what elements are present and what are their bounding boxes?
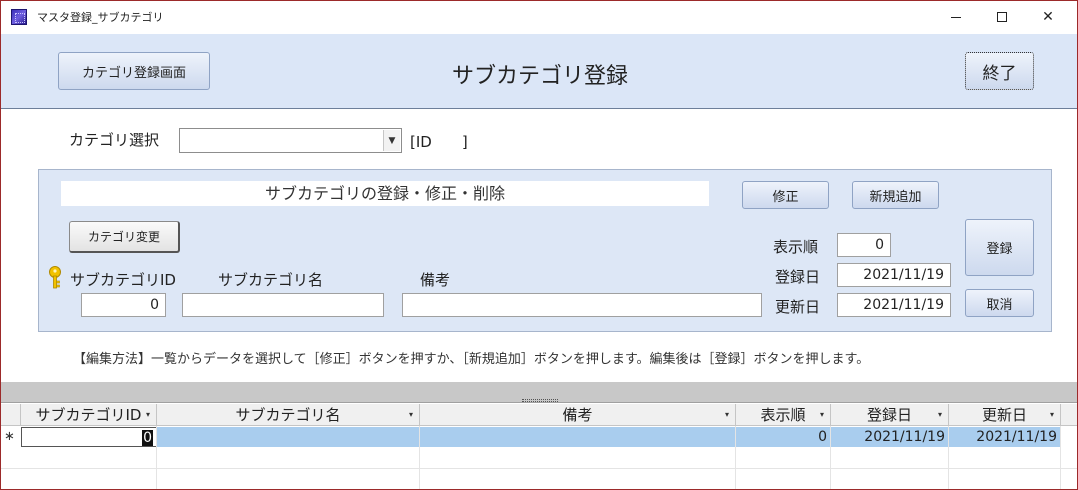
column-header-label: 登録日 — [866, 406, 912, 424]
subcategory-name-label: サブカテゴリ名 — [218, 271, 324, 289]
chevron-down-icon[interactable]: ▼ — [383, 130, 400, 151]
access-app-icon — [11, 9, 27, 25]
table-cell[interactable] — [157, 427, 420, 447]
column-header-label: 備考 — [562, 406, 593, 424]
change-category-button[interactable]: カテゴリ変更 — [69, 221, 180, 253]
table-cell[interactable]: 0 — [736, 427, 831, 447]
category-select-combobox[interactable]: ▼ — [179, 128, 402, 153]
modify-button[interactable]: 修正 — [742, 181, 829, 209]
registered-date-label: 登録日 — [775, 268, 821, 286]
close-icon: ✕ — [1042, 9, 1054, 25]
register-button[interactable]: 登録 — [965, 219, 1034, 276]
cancel-button[interactable]: 取消 — [965, 289, 1034, 317]
column-dropdown-icon[interactable]: ▾ — [409, 404, 413, 426]
grid-divider — [948, 426, 949, 489]
column-header-label: サブカテゴリID — [35, 406, 142, 424]
edit-panel-caption: サブカテゴリの登録・修正・削除 — [61, 181, 709, 206]
table-cell[interactable]: 0 — [21, 427, 157, 447]
empty-row — [1, 447, 1077, 469]
subcategory-name-field[interactable] — [182, 293, 384, 317]
close-button[interactable]: ✕ — [1025, 1, 1071, 33]
column-header-updated-date[interactable]: 更新日 ▾ — [949, 404, 1061, 426]
grid-divider — [1060, 426, 1061, 489]
grid-divider — [419, 426, 420, 489]
note-field[interactable] — [402, 293, 762, 317]
edit-instructions: 【編集方法】一覧からデータを選択して［修正］ボタンを押すか、［新規追加］ボタンを… — [73, 352, 870, 367]
window-title: マスタ登録_サブカテゴリ — [37, 11, 164, 24]
subcategory-id-field[interactable]: 0 — [81, 293, 166, 317]
app-window: マスタ登録_サブカテゴリ ✕ カテゴリ登録画面 サブカテゴリ登録 終了 カテゴリ… — [0, 0, 1078, 490]
column-dropdown-icon[interactable]: ▾ — [1050, 404, 1054, 426]
empty-row — [1, 469, 1077, 489]
subcategory-id-label: サブカテゴリID — [70, 271, 176, 289]
column-dropdown-icon[interactable]: ▾ — [820, 404, 824, 426]
column-dropdown-icon[interactable]: ▾ — [938, 404, 942, 426]
form-header: カテゴリ登録画面 サブカテゴリ登録 終了 — [1, 34, 1077, 109]
page-title: サブカテゴリ登録 — [451, 64, 628, 89]
split-form-divider[interactable] — [1, 382, 1077, 403]
column-header-subcategory-id[interactable]: サブカテゴリID ▾ — [21, 404, 157, 426]
select-all-corner[interactable] — [1, 404, 21, 426]
subcategory-datasheet: サブカテゴリID ▾ サブカテゴリ名 ▾ 備考 ▾ 表示順 ▾ 登録日 ▾ 更新日 ▾ ∗ … — [1, 404, 1077, 489]
datasheet-header: サブカテゴリID ▾ サブカテゴリ名 ▾ 備考 ▾ 表示順 ▾ 登録日 ▾ 更新日 ▾ — [1, 404, 1077, 426]
new-record-marker[interactable]: ∗ — [1, 427, 21, 447]
column-dropdown-icon[interactable]: ▾ — [725, 404, 729, 426]
cell-value: 0 — [142, 430, 153, 446]
table-cell[interactable]: 2021/11/19 — [831, 427, 949, 447]
column-header-label: サブカテゴリ名 — [235, 406, 341, 424]
column-header-display-order[interactable]: 表示順 ▾ — [736, 404, 831, 426]
column-header-label: 表示順 — [760, 406, 806, 424]
add-new-button[interactable]: 新規追加 — [852, 181, 939, 209]
grid-divider — [735, 426, 736, 489]
key-icon — [49, 266, 61, 289]
table-cell[interactable] — [420, 427, 736, 447]
grid-divider — [156, 426, 157, 489]
category-id-label: [ID ] — [410, 133, 468, 151]
column-header-note[interactable]: 備考 ▾ — [420, 404, 736, 426]
maximize-button[interactable] — [979, 1, 1025, 33]
table-cell[interactable]: 2021/11/19 — [949, 427, 1061, 447]
display-order-field[interactable]: 0 — [837, 233, 891, 257]
display-order-label: 表示順 — [773, 238, 819, 256]
splitter-grip-icon[interactable] — [522, 399, 558, 402]
table-row[interactable]: ∗ 0 0 2021/11/19 2021/11/19 — [1, 427, 1077, 447]
column-header-subcategory-name[interactable]: サブカテゴリ名 ▾ — [157, 404, 420, 426]
minimize-icon — [951, 16, 961, 18]
minimize-button[interactable] — [933, 1, 979, 33]
updated-date-label: 更新日 — [775, 298, 821, 316]
grid-divider — [830, 426, 831, 489]
exit-button[interactable]: 終了 — [965, 52, 1034, 90]
column-header-label: 更新日 — [981, 406, 1027, 424]
title-bar: マスタ登録_サブカテゴリ ✕ — [1, 1, 1077, 33]
note-label: 備考 — [420, 271, 451, 289]
column-header-registered-date[interactable]: 登録日 ▾ — [831, 404, 949, 426]
updated-date-field[interactable]: 2021/11/19 — [837, 293, 951, 317]
registered-date-field[interactable]: 2021/11/19 — [837, 263, 951, 287]
category-select-label: カテゴリ選択 — [69, 131, 160, 149]
column-dropdown-icon[interactable]: ▾ — [146, 404, 150, 426]
maximize-icon — [997, 12, 1007, 22]
